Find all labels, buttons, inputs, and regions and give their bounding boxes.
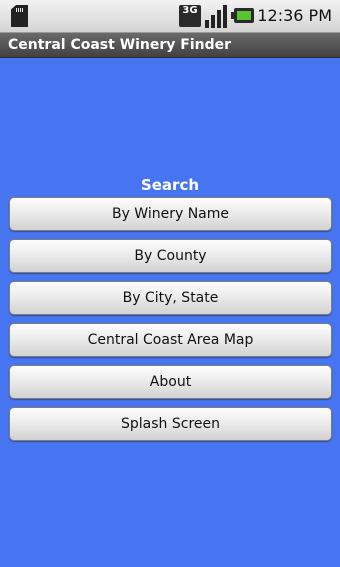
network-type-label: 3G <box>182 5 198 16</box>
app-screen: 3G 12:36 PM Central Coast Winery Finder … <box>0 0 340 567</box>
by-city-state-button[interactable]: By City, State <box>9 281 332 315</box>
about-button[interactable]: About <box>9 365 332 399</box>
by-county-button[interactable]: By County <box>9 239 332 273</box>
status-clock: 12:36 PM <box>257 6 332 25</box>
app-title-bar: Central Coast Winery Finder <box>0 33 340 58</box>
status-bar: 3G 12:36 PM <box>0 0 340 33</box>
sd-card-icon <box>11 5 28 27</box>
splash-screen-button[interactable]: Splash Screen <box>9 407 332 441</box>
area-map-button[interactable]: Central Coast Area Map <box>9 323 332 357</box>
search-heading: Search <box>140 176 200 194</box>
by-winery-name-button[interactable]: By Winery Name <box>9 197 332 231</box>
app-title: Central Coast Winery Finder <box>8 37 232 53</box>
signal-strength-icon <box>205 4 228 28</box>
3g-network-icon: 3G <box>179 5 201 27</box>
battery-icon <box>231 8 254 23</box>
